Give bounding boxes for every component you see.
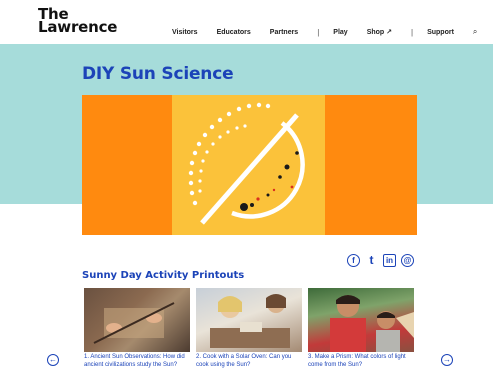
search-icon[interactable]: ⌕ [473, 27, 477, 37]
site-logo[interactable]: The Lawrence [38, 7, 118, 36]
prism-photo [330, 295, 414, 352]
activity-card[interactable]: 2. Cook with a Solar Oven: Can you cook … [196, 288, 302, 369]
activity-card[interactable]: 3. Make a Prism: What colors of light co… [308, 288, 414, 369]
email-icon[interactable]: @ [401, 254, 414, 267]
twitter-icon[interactable]: t [365, 254, 378, 267]
nav-separator: | [411, 27, 414, 37]
nav-separator: | [317, 27, 320, 37]
card-image[interactable] [84, 288, 190, 352]
site-header: The Lawrence Visitors Educators Partners… [0, 0, 493, 44]
nav-support[interactable]: Support [427, 29, 454, 36]
carousel-next-button[interactable]: → [441, 354, 453, 366]
sunspots [240, 151, 299, 211]
facebook-icon[interactable]: f [347, 254, 360, 267]
nav-educators[interactable]: Educators [217, 29, 251, 36]
card-caption[interactable]: 1. Ancient Sun Observations: How did anc… [84, 353, 190, 369]
carousel-prev-button[interactable]: ← [47, 354, 59, 366]
logo-line-2: Lawrence [38, 18, 118, 36]
sun-outline-arc [231, 121, 305, 219]
nav-shop[interactable]: Shop ↗ [367, 28, 392, 36]
sun-graphic [188, 102, 305, 225]
hands-photo [93, 302, 175, 344]
activity-card[interactable]: 1. Ancient Sun Observations: How did anc… [84, 288, 190, 369]
solar-oven-photo [210, 294, 290, 348]
section-title: Sunny Day Activity Printouts [82, 270, 245, 281]
main-nav: Visitors Educators Partners | Play Shop … [172, 27, 477, 37]
nav-visitors[interactable]: Visitors [172, 29, 198, 36]
page-title: DIY Sun Science [82, 64, 234, 84]
card-caption[interactable]: 2. Cook with a Solar Oven: Can you cook … [196, 353, 302, 369]
share-icons: f t in @ [347, 254, 414, 267]
nav-partners[interactable]: Partners [270, 29, 298, 36]
nav-play[interactable]: Play [333, 29, 347, 36]
sun-illustration [82, 95, 417, 235]
card-image[interactable] [196, 288, 302, 352]
card-caption[interactable]: 3. Make a Prism: What colors of light co… [308, 353, 414, 369]
linkedin-icon[interactable]: in [383, 254, 396, 267]
card-image[interactable] [308, 288, 414, 352]
